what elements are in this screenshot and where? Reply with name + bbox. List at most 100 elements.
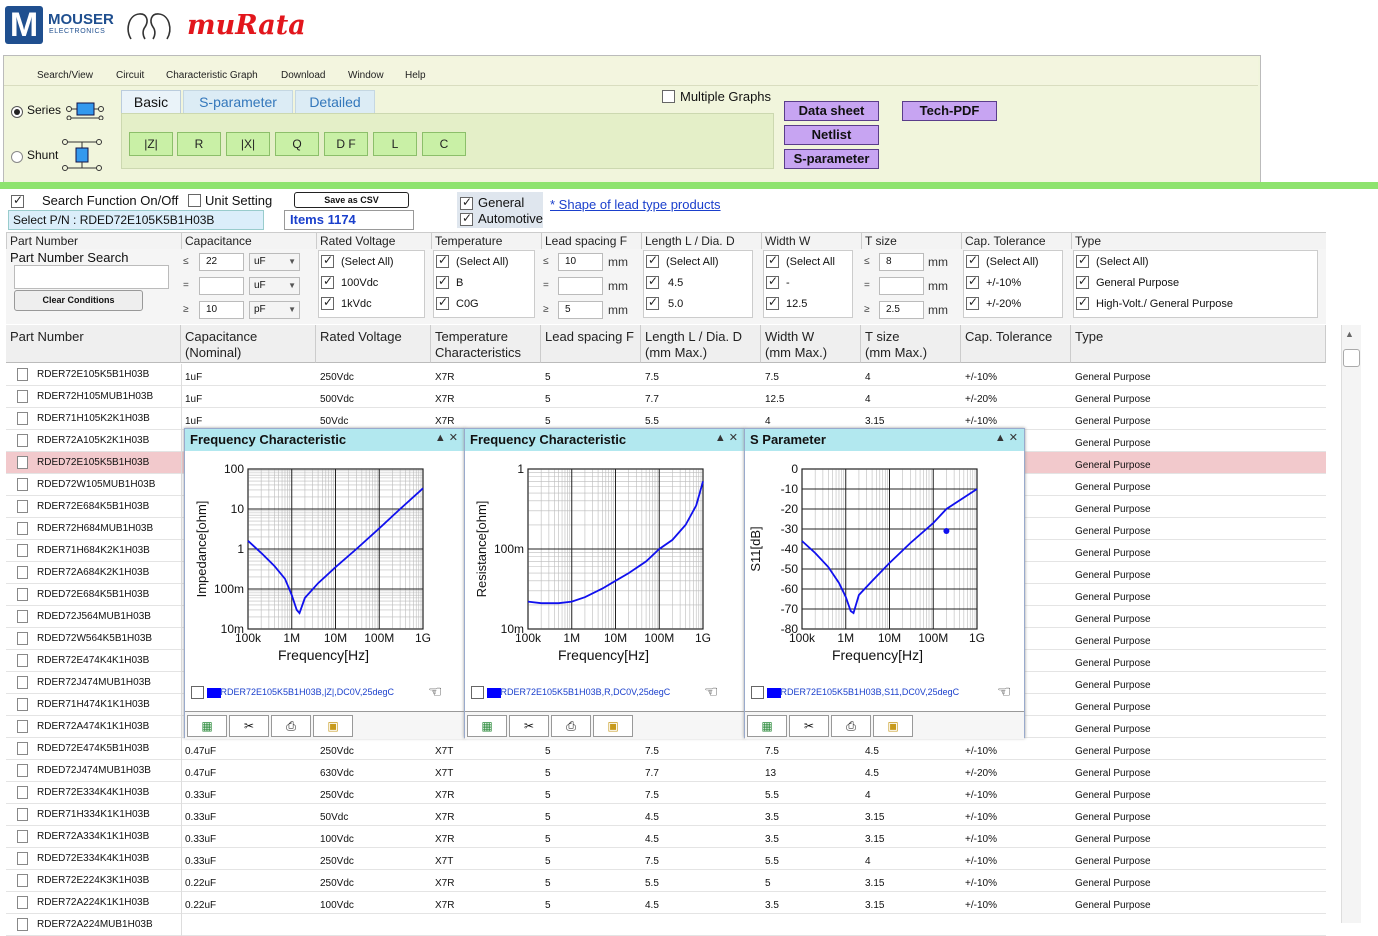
tab-detailed[interactable]: Detailed	[295, 90, 375, 114]
excel-icon[interactable]: ▦	[467, 715, 507, 737]
document-icon[interactable]	[17, 478, 28, 491]
graph-q-button[interactable]: Q	[275, 132, 319, 156]
menu-window[interactable]: Window	[348, 70, 384, 81]
part-number-cell[interactable]: RDER72A224MUB1H03B	[6, 914, 182, 936]
part-number-cell[interactable]: RDER72A105K2K1H03B	[6, 430, 182, 452]
column-header-1[interactable]: Capacitance (Nominal)	[181, 325, 316, 363]
image-icon[interactable]: ▣	[593, 715, 633, 737]
capacitance-max-unit[interactable]: pF	[249, 301, 300, 319]
graph-l-button[interactable]: L	[373, 132, 417, 156]
scissors-icon[interactable]: ✂	[229, 715, 269, 737]
table-row[interactable]: RDER71H105K2K1H03B 1uF 50Vdc X7R 5 5.5 4 3.15 +/…	[6, 408, 1326, 430]
table-row[interactable]: RDED72E334K4K1H03B 0.33uF 250Vdc X7T 5 7.5 5.5…	[6, 848, 1326, 870]
lead-eq-input[interactable]	[558, 277, 603, 295]
column-header-8[interactable]: Cap. Tolerance	[961, 325, 1071, 363]
menu-download[interactable]: Download	[281, 70, 325, 81]
menu-characteristic-graph[interactable]: Characteristic Graph	[166, 70, 258, 81]
capacitance-eq-unit[interactable]: uF	[249, 277, 300, 295]
menu-circuit[interactable]: Circuit	[116, 70, 144, 81]
length-check-1[interactable]	[646, 274, 659, 290]
voltage-check-0[interactable]	[321, 253, 334, 269]
voltage-check-2[interactable]	[321, 295, 334, 311]
column-header-4[interactable]: Lead spacing F	[541, 325, 641, 363]
graph-z-button[interactable]: |Z|	[129, 132, 173, 156]
tolerance-check-0[interactable]	[966, 253, 979, 269]
part-number-cell[interactable]: RDER72A224K1K1H03B	[6, 892, 182, 914]
panel-controls-icon[interactable]: ▲ ✕	[715, 431, 738, 444]
capacitance-min-unit[interactable]: uF	[249, 253, 300, 271]
scissors-icon[interactable]: ✂	[509, 715, 549, 737]
table-row[interactable]: RDER72A224MUB1H03B	[6, 914, 1326, 936]
image-icon[interactable]: ▣	[873, 715, 913, 737]
document-icon[interactable]	[17, 786, 28, 799]
temperature-check-1[interactable]	[436, 274, 449, 290]
width-check-2[interactable]	[766, 295, 779, 311]
document-icon[interactable]	[17, 852, 28, 865]
part-number-cell[interactable]: RDER72E334K4K1H03B	[6, 782, 182, 804]
print-icon[interactable]: ⎙	[271, 715, 311, 737]
table-row[interactable]: RDER72H105MUB1H03B 1uF 500Vdc X7R 5 7.7 12.5 4 +…	[6, 386, 1326, 408]
voltage-check-1[interactable]	[321, 274, 334, 290]
type-check-0[interactable]	[1076, 253, 1089, 269]
length-check-2[interactable]	[646, 295, 659, 311]
table-row[interactable]: RDER72E105K5B1H03B 1uF 250Vdc X7R 5 7.5 7.5 4 +/…	[6, 364, 1326, 386]
part-number-cell[interactable]: RDER72E684K5B1H03B	[6, 496, 182, 518]
table-row[interactable]: RDER71H334K1K1H03B 0.33uF 50Vdc X7R 5 4.5 3.5 3…	[6, 804, 1326, 826]
tab-basic[interactable]: Basic	[121, 90, 181, 114]
document-icon[interactable]	[17, 918, 28, 931]
series-radio[interactable]	[11, 106, 23, 118]
document-icon[interactable]	[17, 742, 28, 755]
scroll-thumb[interactable]	[1343, 349, 1360, 367]
general-checkbox[interactable]	[460, 195, 473, 211]
excel-icon[interactable]: ▦	[747, 715, 787, 737]
unit-setting-checkbox[interactable]	[188, 193, 201, 208]
lead-max-input[interactable]: 5	[558, 301, 603, 319]
document-icon[interactable]	[17, 874, 28, 887]
document-icon[interactable]	[17, 764, 28, 777]
table-row[interactable]: RDED72J474MUB1H03B 0.47uF 630Vdc X7T 5 7.7 13 4…	[6, 760, 1326, 782]
part-number-cell[interactable]: RDER72A684K2K1H03B	[6, 562, 182, 584]
column-header-3[interactable]: Temperature Characteristics	[431, 325, 541, 363]
table-row[interactable]: RDER72E334K4K1H03B 0.33uF 250Vdc X7R 5 7.5 5.5…	[6, 782, 1326, 804]
type-check-1[interactable]	[1076, 274, 1089, 290]
data-marker[interactable]	[943, 528, 950, 534]
part-number-cell[interactable]: RDER72H684MUB1H03B	[6, 518, 182, 540]
panel-controls-icon[interactable]: ▲ ✕	[995, 431, 1018, 444]
document-icon[interactable]	[17, 698, 28, 711]
tab-s-parameter[interactable]: S-parameter	[183, 90, 293, 114]
document-icon[interactable]	[17, 610, 28, 623]
lead-shape-link[interactable]: * Shape of lead type products	[550, 197, 721, 212]
scroll-up-icon[interactable]: ▲	[1345, 329, 1354, 339]
column-header-7[interactable]: T size (mm Max.)	[861, 325, 961, 363]
document-icon[interactable]	[17, 522, 28, 535]
part-number-cell[interactable]: RDER72A334K1K1H03B	[6, 826, 182, 848]
panel-controls-icon[interactable]: ▲ ✕	[435, 431, 458, 444]
table-row[interactable]: RDER72A224K1K1H03B 0.22uF 100Vdc X7R 5 4.5 3.5…	[6, 892, 1326, 914]
s-parameter-button[interactable]: S-parameter	[784, 149, 879, 169]
column-header-9[interactable]: Type	[1071, 325, 1326, 363]
pointer-hand-icon[interactable]: ☜	[997, 682, 1011, 702]
graph-x-button[interactable]: |X|	[226, 132, 270, 156]
multiple-graphs-checkbox[interactable]	[662, 89, 675, 104]
document-icon[interactable]	[17, 654, 28, 667]
tsize-eq-input[interactable]	[879, 277, 924, 295]
document-icon[interactable]	[17, 808, 28, 821]
scissors-icon[interactable]: ✂	[789, 715, 829, 737]
column-header-5[interactable]: Length L / Dia. D (mm Max.)	[641, 325, 761, 363]
part-number-cell[interactable]: RDER71H684K2K1H03B	[6, 540, 182, 562]
document-icon[interactable]	[17, 896, 28, 909]
image-icon[interactable]: ▣	[313, 715, 353, 737]
part-number-cell[interactable]: RDER72E224K3K1H03B	[6, 870, 182, 892]
automotive-checkbox[interactable]	[460, 211, 473, 227]
part-number-cell[interactable]: RDER71H105K2K1H03B	[6, 408, 182, 430]
table-row[interactable]: RDED72E474K5B1H03B 0.47uF 250Vdc X7T 5 7.5 7.5…	[6, 738, 1326, 760]
shunt-radio[interactable]	[11, 151, 23, 163]
netlist-button[interactable]: Netlist	[784, 125, 879, 145]
document-icon[interactable]	[17, 544, 28, 557]
part-number-cell[interactable]: RDED72E105K5B1H03B	[6, 452, 182, 474]
type-check-2[interactable]	[1076, 295, 1089, 311]
length-check-0[interactable]	[646, 253, 659, 269]
part-number-cell[interactable]: RDED72W564K5B1H03B	[6, 628, 182, 650]
capacitance-eq-input[interactable]	[199, 277, 244, 295]
document-icon[interactable]	[17, 588, 28, 601]
